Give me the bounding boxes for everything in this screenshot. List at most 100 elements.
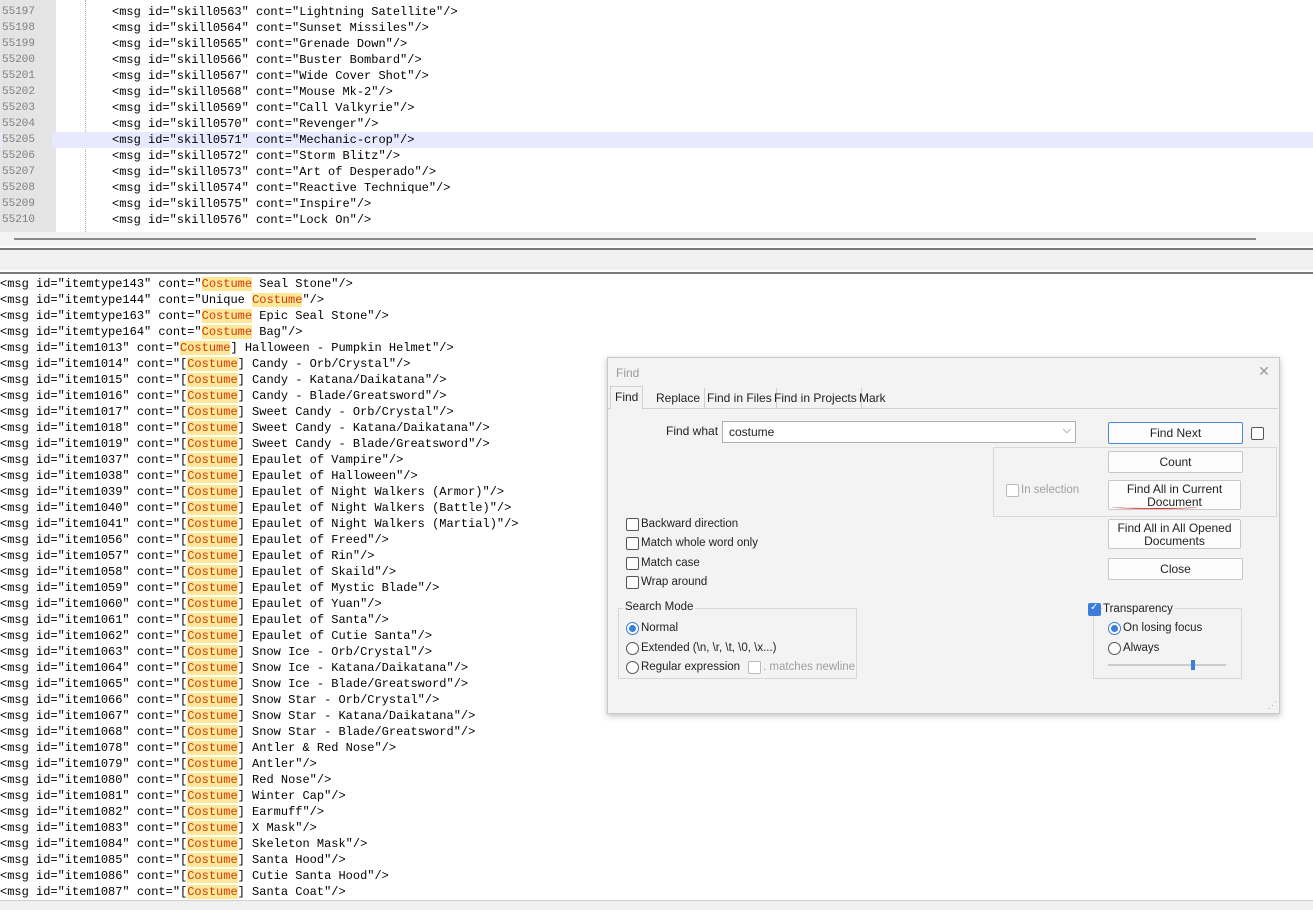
result-line[interactable]: <msg id="itemtype164" cont="Costume Bag"…	[0, 324, 302, 340]
normal-radio[interactable]	[626, 622, 639, 635]
result-text: <msg id="item1066" cont="[	[0, 693, 188, 707]
result-line[interactable]: <msg id="item1056" cont="[Costume] Epaul…	[0, 532, 389, 548]
result-line[interactable]: <msg id="item1059" cont="[Costume] Epaul…	[0, 580, 439, 596]
line-code: <msg id="skill0564" cont="Sunset Missile…	[112, 21, 429, 35]
tab-replace[interactable]: Replace	[652, 388, 706, 408]
find-next-option-checkbox[interactable]	[1251, 427, 1264, 440]
matches-newline-checkbox[interactable]	[748, 661, 761, 674]
result-line[interactable]: <msg id="itemtype143" cont="Costume Seal…	[0, 276, 353, 292]
find-all-opened-button[interactable]: Find All in All Opened Documents	[1108, 519, 1241, 549]
result-line[interactable]: <msg id="item1038" cont="[Costume] Epaul…	[0, 468, 418, 484]
top-editor-pane[interactable]: 55197 <msg id="skill0563" cont="Lightning…	[0, 0, 1313, 232]
result-line[interactable]: <msg id="item1082" cont="[Costume] Earmu…	[0, 804, 324, 820]
result-line[interactable]: <msg id="item1067" cont="[Costume] Snow …	[0, 708, 475, 724]
splitter-bar[interactable]	[0, 250, 1313, 270]
match-case-checkbox[interactable]	[626, 557, 639, 570]
editor-line[interactable]: 55197 <msg id="skill0563" cont="Lightning…	[0, 4, 1313, 20]
result-line[interactable]: <msg id="item1062" cont="[Costume] Epaul…	[0, 628, 432, 644]
result-text: "/>	[302, 293, 325, 307]
editor-line[interactable]: 55208 <msg id="skill0574" cont="Reactive …	[0, 180, 1313, 196]
result-line[interactable]: <msg id="item1058" cont="[Costume] Epaul…	[0, 564, 396, 580]
extended-radio[interactable]	[626, 642, 639, 655]
result-line[interactable]: <msg id="item1057" cont="[Costume] Epaul…	[0, 548, 374, 564]
result-line[interactable]: <msg id="item1068" cont="[Costume] Snow …	[0, 724, 475, 740]
tab-find[interactable]: Find	[610, 386, 644, 410]
regex-radio[interactable]	[626, 661, 639, 674]
result-line[interactable]: <msg id="item1019" cont="[Costume] Sweet…	[0, 436, 490, 452]
match-whole-word-checkbox[interactable]	[626, 537, 639, 550]
result-line[interactable]: <msg id="item1015" cont="[Costume] Candy…	[0, 372, 447, 388]
editor-line[interactable]: 55200 <msg id="skill0566" cont="Buster Bo…	[0, 52, 1313, 68]
transparency-checkbox[interactable]	[1088, 602, 1101, 616]
scrollbar-thumb[interactable]	[14, 238, 1256, 240]
editor-line[interactable]: 55206 <msg id="skill0572" cont="Storm Bli…	[0, 148, 1313, 164]
count-button[interactable]: Count	[1108, 451, 1243, 473]
editor-line[interactable]: 55204 <msg id="skill0570" cont="Revenger"…	[0, 116, 1313, 132]
editor-line[interactable]: 55207 <msg id="skill0573" cont="Art of De…	[0, 164, 1313, 180]
result-text: ] Santa Coat"/>	[237, 885, 346, 899]
find-dialog[interactable]: Find ✕ Find Replace Find in Files Find i…	[607, 357, 1280, 714]
find-what-input[interactable]: costume ⌵	[722, 421, 1076, 443]
result-text: <msg id="item1014" cont="[	[0, 357, 188, 371]
match-highlight: Costume	[187, 789, 238, 803]
result-line[interactable]: <msg id="item1017" cont="[Costume] Sweet…	[0, 404, 454, 420]
tab-find-in-projects[interactable]: Find in Projects	[770, 388, 862, 408]
result-line[interactable]: <msg id="item1064" cont="[Costume] Snow …	[0, 660, 468, 676]
close-button[interactable]: Close	[1108, 558, 1243, 580]
match-highlight: Costume	[187, 837, 238, 851]
result-line[interactable]: <msg id="item1085" cont="[Costume] Santa…	[0, 852, 346, 868]
result-line[interactable]: <msg id="item1014" cont="[Costume] Candy…	[0, 356, 410, 372]
result-text: ] Antler"/>	[237, 757, 317, 771]
result-line[interactable]: <msg id="item1041" cont="[Costume] Epaul…	[0, 516, 519, 532]
match-highlight: Costume	[187, 501, 238, 515]
slider-thumb[interactable]	[1191, 660, 1195, 670]
result-line[interactable]: <msg id="item1018" cont="[Costume] Sweet…	[0, 420, 490, 436]
editor-line[interactable]: 55203 <msg id="skill0569" cont="Call Valk…	[0, 100, 1313, 116]
editor-line[interactable]: 55209 <msg id="skill0575" cont="Inspire"/…	[0, 196, 1313, 212]
editor-line[interactable]: 55202 <msg id="skill0568" cont="Mouse Mk-…	[0, 84, 1313, 100]
result-line[interactable]: <msg id="item1084" cont="[Costume] Skele…	[0, 836, 367, 852]
result-text: <msg id="item1040" cont="[	[0, 501, 188, 515]
result-line[interactable]: <msg id="item1039" cont="[Costume] Epaul…	[0, 484, 504, 500]
result-line[interactable]: <msg id="item1080" cont="[Costume] Red N…	[0, 772, 331, 788]
result-line[interactable]: <msg id="item1079" cont="[Costume] Antle…	[0, 756, 317, 772]
result-line[interactable]: <msg id="item1060" cont="[Costume] Epaul…	[0, 596, 382, 612]
result-line[interactable]: <msg id="item1037" cont="[Costume] Epaul…	[0, 452, 403, 468]
result-line[interactable]: <msg id="item1013" cont="Costume] Hallow…	[0, 340, 454, 356]
result-line[interactable]: <msg id="itemtype144" cont="Unique Costu…	[0, 292, 324, 308]
find-next-button[interactable]: Find Next	[1108, 422, 1243, 444]
editor-line[interactable]: 55205 <msg id="skill0571" cont="Mechanic-…	[0, 132, 1313, 148]
transparency-slider[interactable]	[1108, 660, 1226, 670]
result-line[interactable]: <msg id="item1087" cont="[Costume] Santa…	[0, 884, 346, 900]
always-radio[interactable]	[1108, 642, 1121, 655]
result-text: ] Epaulet of Freed"/>	[237, 533, 389, 547]
editor-line[interactable]: 55201 <msg id="skill0567" cont="Wide Cove…	[0, 68, 1313, 84]
result-line[interactable]: <msg id="item1081" cont="[Costume] Winte…	[0, 788, 346, 804]
wrap-around-checkbox[interactable]	[626, 576, 639, 589]
in-selection-checkbox[interactable]	[1006, 484, 1019, 497]
result-line[interactable]: <msg id="item1061" cont="[Costume] Epaul…	[0, 612, 389, 628]
resize-grip-icon[interactable]: ⋰	[1268, 700, 1277, 711]
on-losing-focus-radio[interactable]	[1108, 622, 1121, 635]
result-text: <msg id="item1061" cont="[	[0, 613, 188, 627]
backward-direction-checkbox[interactable]	[626, 518, 639, 531]
editor-line[interactable]: 55198 <msg id="skill0564" cont="Sunset Mi…	[0, 20, 1313, 36]
result-line[interactable]: <msg id="item1078" cont="[Costume] Antle…	[0, 740, 396, 756]
result-line[interactable]: <msg id="itemtype163" cont="Costume Epic…	[0, 308, 389, 324]
result-line[interactable]: <msg id="item1086" cont="[Costume] Cutie…	[0, 868, 389, 884]
tab-find-in-files[interactable]: Find in Files	[703, 388, 777, 408]
chevron-down-icon[interactable]: ⌵	[1063, 424, 1071, 437]
editor-line[interactable]: 55199 <msg id="skill0565" cont="Grenade D…	[0, 36, 1313, 52]
result-line[interactable]: <msg id="item1016" cont="[Costume] Candy…	[0, 388, 447, 404]
result-text: ] Candy - Blade/Greatsword"/>	[237, 389, 447, 403]
result-line[interactable]: <msg id="item1040" cont="[Costume] Epaul…	[0, 500, 511, 516]
horizontal-scrollbar[interactable]	[0, 232, 1313, 246]
result-line[interactable]: <msg id="item1083" cont="[Costume] X Mas…	[0, 820, 317, 836]
result-line[interactable]: <msg id="item1065" cont="[Costume] Snow …	[0, 676, 468, 692]
transparency-label: Transparency	[1103, 603, 1175, 615]
result-line[interactable]: <msg id="item1063" cont="[Costume] Snow …	[0, 644, 432, 660]
tab-mark[interactable]: Mark	[855, 388, 890, 408]
editor-line[interactable]: 55210 <msg id="skill0576" cont="Lock On"/…	[0, 212, 1313, 228]
result-line[interactable]: <msg id="item1066" cont="[Costume] Snow …	[0, 692, 439, 708]
close-icon[interactable]: ✕	[1257, 364, 1271, 378]
